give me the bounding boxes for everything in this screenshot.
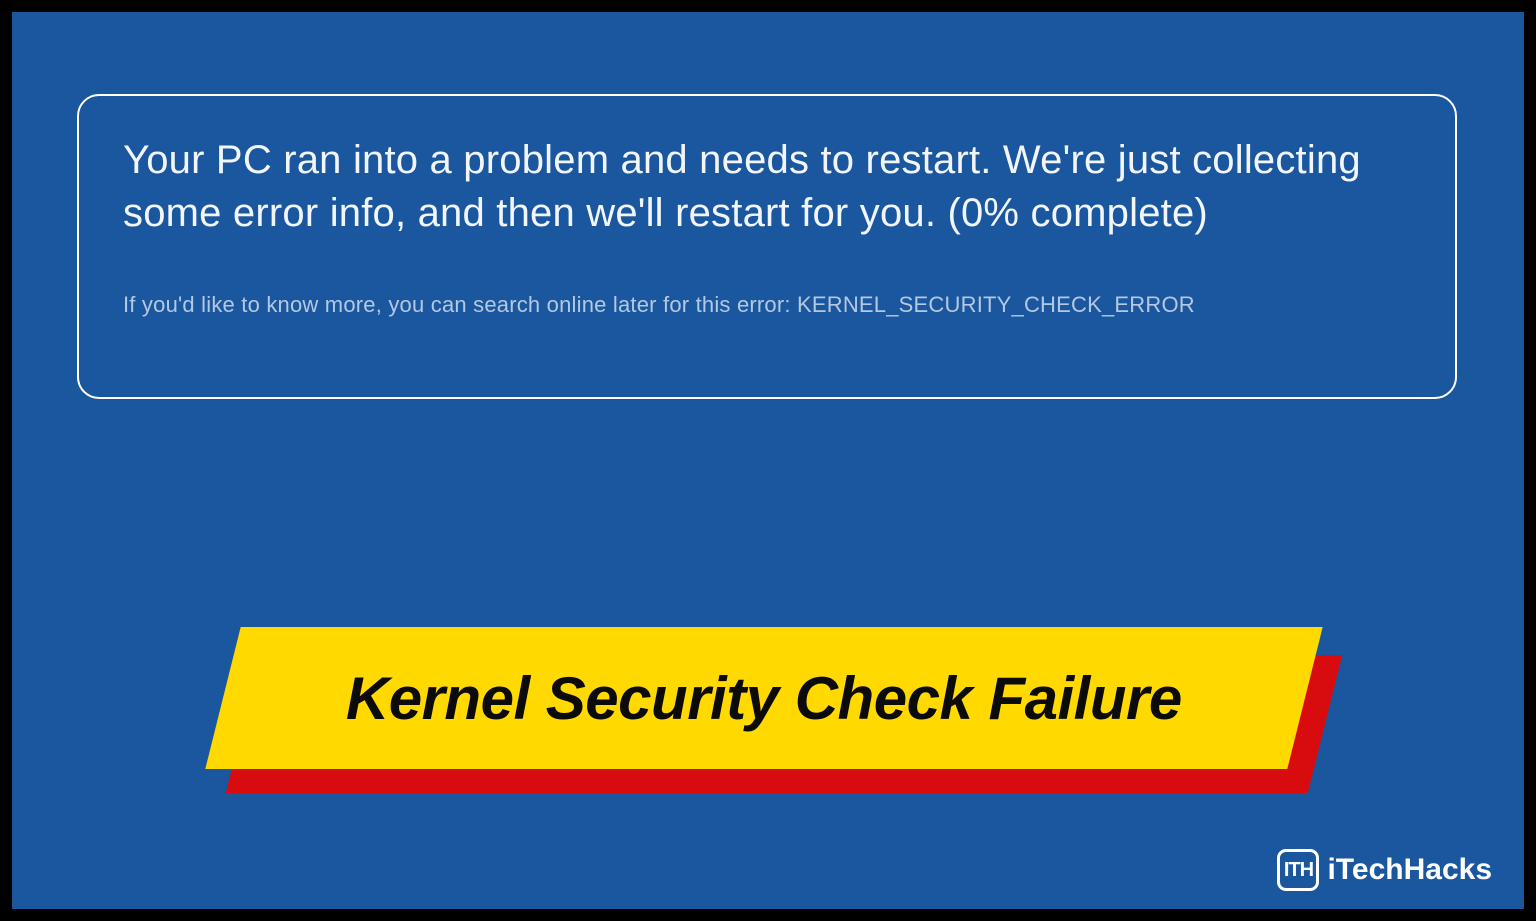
- watermark-brand: iTechHacks: [1327, 853, 1492, 887]
- error-message-detail: If you'd like to know more, you can sear…: [123, 292, 1415, 318]
- error-message-main: Your PC ran into a problem and needs to …: [123, 134, 1415, 240]
- watermark: ITH iTechHacks: [1277, 849, 1492, 891]
- bsod-screenshot: Your PC ran into a problem and needs to …: [0, 0, 1536, 921]
- title-banner: Kernel Security Check Failure: [213, 627, 1323, 787]
- banner-title-text: Kernel Security Check Failure: [346, 664, 1182, 733]
- error-dialog: Your PC ran into a problem and needs to …: [77, 94, 1457, 399]
- watermark-logo-icon: ITH: [1277, 849, 1319, 891]
- banner-front-layer: Kernel Security Check Failure: [205, 627, 1322, 769]
